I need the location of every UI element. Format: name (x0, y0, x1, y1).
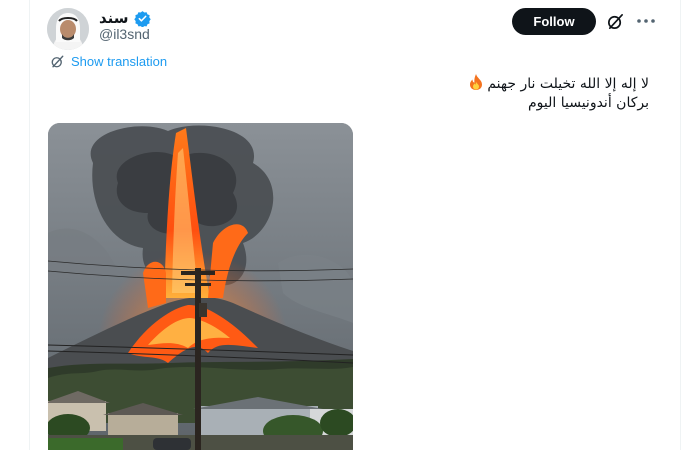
author-name-row[interactable]: سند (99, 9, 151, 27)
fire-icon (469, 74, 483, 90)
translate-icon (50, 54, 65, 69)
avatar[interactable] (47, 8, 89, 50)
author-display-name[interactable]: سند (99, 9, 129, 27)
tweet-media-video[interactable] (48, 123, 353, 450)
timeline-border-right (680, 0, 681, 450)
author-handle[interactable]: @il3snd (99, 26, 150, 42)
tweet-text-line: لا إله إلا الله تخيلت نار جهنم (229, 74, 649, 94)
show-translation-label[interactable]: Show translation (71, 54, 167, 69)
follow-button[interactable]: Follow (512, 8, 596, 35)
timeline-border-left (29, 0, 30, 450)
grok-icon[interactable] (606, 12, 625, 31)
tweet-text: لا إله إلا الله تخيلت نار جهنم بركان أند… (229, 74, 649, 113)
more-options-icon[interactable] (635, 11, 657, 31)
tweet-text-line: بركان أندونيسيا اليوم (527, 95, 649, 111)
show-translation-link[interactable]: Show translation (50, 54, 167, 69)
verified-badge-icon (133, 10, 151, 27)
